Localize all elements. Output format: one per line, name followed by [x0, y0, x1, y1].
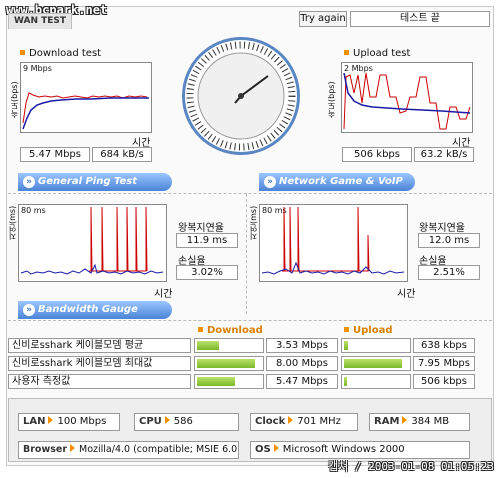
divider	[8, 193, 492, 194]
game-line-blue	[261, 261, 405, 275]
bullet-icon	[344, 327, 349, 332]
game-rtt-value: 12.0 ms	[418, 233, 480, 248]
game-chart: 80 ms	[259, 204, 408, 282]
gauge-download-track	[194, 338, 264, 353]
divider	[246, 194, 247, 314]
gauge-upload-bar	[344, 341, 348, 350]
gauge-download-bar	[197, 377, 235, 386]
game-rtt-label: 왕복지연율	[419, 223, 465, 234]
status-field: 테스트 끝	[350, 11, 490, 27]
triangle-right-icon	[402, 416, 408, 424]
ping-line-red	[89, 206, 148, 272]
triangle-right-icon	[288, 416, 294, 424]
gauge-upload-track	[341, 374, 411, 389]
speed-dial	[182, 37, 300, 155]
ping-rtt-label: 왕복지연율	[178, 223, 224, 234]
gauge-upload-bar	[344, 377, 347, 386]
bullet-icon	[198, 327, 203, 332]
sysinfo-os: OS Microsoft Windows 2000	[250, 441, 470, 459]
gauge-upload-track	[341, 356, 411, 371]
triangle-right-icon	[48, 416, 54, 424]
game-section-header: » Network Game & VoIP Test	[259, 173, 415, 205]
sysinfo-clock: Clock 701 MHz	[250, 413, 358, 431]
gauge-row-label: 신비로sshark 케이블모뎀 최대값	[8, 356, 191, 371]
arrow-right-icon: »	[264, 176, 276, 188]
upload-title: Upload test	[344, 48, 410, 59]
bullet-icon	[20, 50, 25, 55]
gauge-upload-value: 506 kbps	[413, 374, 475, 389]
sysinfo-lan: LAN 100 Mbps	[18, 413, 120, 431]
game-xlabel: 시간	[397, 289, 416, 300]
download-chart: 9 Mbps	[20, 62, 152, 133]
divider	[8, 320, 492, 321]
gauge-row-label: 사용자 측정값	[8, 374, 191, 389]
try-again-button[interactable]: Try again	[299, 11, 347, 27]
gauge-upload-bar	[344, 359, 402, 368]
upload-chart: 2 Mbps	[341, 62, 473, 133]
gauge-upload-header: Upload	[344, 325, 392, 336]
ping-chart: 80 ms	[18, 204, 167, 282]
ping-rtt-value: 11.9 ms	[176, 233, 238, 248]
gauge-upload-value: 638 kbps	[413, 338, 475, 353]
upload-ylabel: 속도(bps)	[327, 81, 336, 118]
download-speed-bps: 5.47 Mbps	[20, 147, 90, 162]
capture-watermark: 캡쳐 / 2003-01-08 01:05:23	[328, 460, 494, 473]
gauge-row-label: 신비로sshark 케이블모뎀 평균	[8, 338, 191, 353]
tab-wan-test[interactable]: WAN TEST	[8, 13, 72, 29]
gauge-download-value: 5.47 Mbps	[266, 374, 338, 389]
download-title: Download test	[20, 48, 101, 59]
sysinfo-cpu: CPU 586	[134, 413, 239, 431]
gauge-download-value: 8.00 Mbps	[266, 356, 338, 371]
gauge-download-header: Download	[198, 325, 263, 336]
gauge-download-value: 3.53 Mbps	[266, 338, 338, 353]
triangle-right-icon	[70, 444, 76, 452]
ping-xlabel: 시간	[154, 289, 173, 300]
gauge-download-track	[194, 356, 264, 371]
gauge-download-bar	[197, 341, 219, 350]
ping-section-header: » General Ping Test	[18, 173, 172, 191]
download-ylabel: 속도(bps)	[10, 81, 19, 118]
bullet-icon	[344, 50, 349, 55]
download-speed-bytes: 684 kB/s	[92, 147, 152, 162]
triangle-right-icon	[164, 416, 170, 424]
download-line-blue	[22, 97, 149, 130]
gauge-upload-track	[341, 338, 411, 353]
ping-ylabel: 지연(ms)	[8, 205, 17, 240]
ping-loss-value: 3.02%	[176, 265, 238, 280]
gauge-section-header: » Bandwidth Gauge	[18, 301, 172, 319]
upload-speed-bytes: 63.2 kB/s	[414, 147, 474, 162]
sysinfo-browser: Browser Mozilla/4.0 (compatible; MSIE 6.0	[18, 441, 239, 459]
gauge-download-track	[194, 374, 264, 389]
upload-line-red	[343, 72, 471, 130]
gauge-download-bar	[197, 359, 255, 368]
sysinfo-ram: RAM 384 MB	[369, 413, 470, 431]
gauge-upload-value: 7.95 Mbps	[413, 356, 475, 371]
triangle-right-icon	[273, 444, 279, 452]
game-ylabel: 지연(ms)	[249, 205, 258, 240]
upload-speed-bps: 506 kbps	[342, 147, 412, 162]
arrow-right-icon: »	[23, 304, 35, 316]
game-loss-value: 2.51%	[418, 265, 480, 280]
game-line-red	[282, 206, 370, 272]
arrow-right-icon: »	[23, 176, 35, 188]
